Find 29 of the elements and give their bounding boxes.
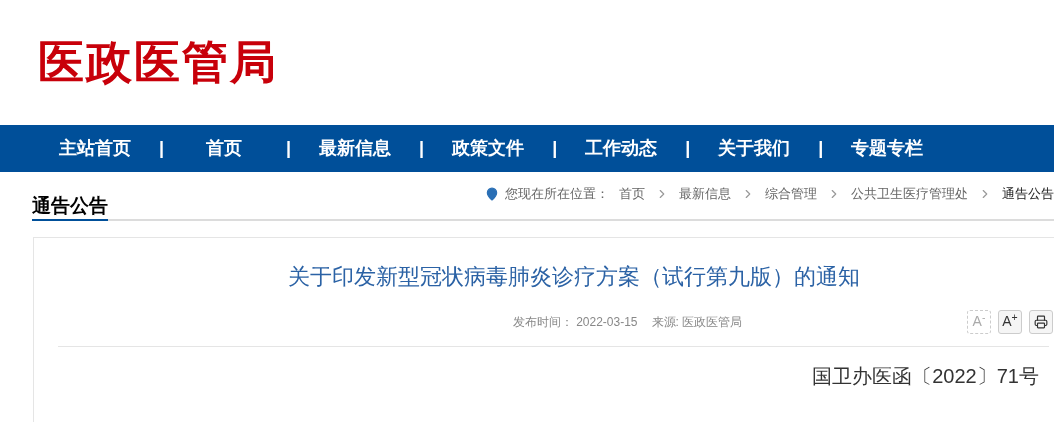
nav-link[interactable]: 最新信息 [319, 135, 392, 162]
nav-separator: | [419, 137, 425, 160]
article-meta: 发布时间： 2022-03-15 [512, 313, 638, 331]
breadcrumb-link[interactable]: 通告公告 [1002, 184, 1054, 204]
article-meta: 来源: 医政医管局 [651, 313, 743, 331]
article-title: 关于印发新型冠状病毒肺炎诊疗方案（试行第九版）的通知 [287, 263, 860, 291]
nav-separator: | [286, 137, 292, 160]
nav-link[interactable]: 专题专栏 [851, 135, 924, 162]
nav-separator: | [685, 137, 691, 160]
nav-link[interactable]: 工作动态 [585, 135, 658, 162]
font-size-button[interactable]: A$^{+}$ [998, 309, 1022, 334]
printer-icon [1034, 314, 1048, 329]
print-button[interactable] [1029, 309, 1053, 334]
breadcrumb-link[interactable]: 首页 [619, 184, 645, 204]
breadcrumb-link[interactable]: 最新信息 [679, 184, 731, 204]
location-pin-icon [485, 186, 499, 201]
nav-link[interactable]: 政策文件 [452, 135, 525, 162]
document-number: 国卫办医函〔2022〕71号 [812, 364, 1039, 389]
nav-link[interactable]: 主站首页 [59, 135, 131, 162]
breadcrumb-link[interactable]: 公共卫生医疗管理处 [851, 184, 968, 204]
breadcrumb-link[interactable]: 综合管理 [765, 184, 817, 204]
nav-separator: | [552, 137, 558, 160]
section-title: 通告公告 [32, 193, 108, 221]
nav-separator: | [159, 137, 165, 160]
nav-separator: | [818, 137, 824, 160]
nav-link[interactable]: 首页 [206, 135, 259, 162]
nav-link[interactable]: 关于我们 [718, 135, 791, 162]
site-logo: 医政医管局 [38, 35, 278, 90]
breadcrumb-prefix: 您现在所在位置： [505, 185, 609, 203]
